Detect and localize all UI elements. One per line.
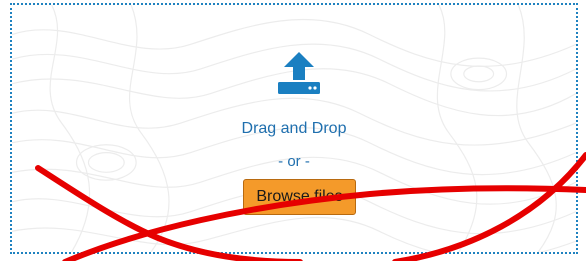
drag-and-drop-label: Drag and Drop [241, 120, 347, 137]
browse-files-button[interactable]: Browse files [243, 179, 356, 215]
or-separator-label: - or - [278, 153, 310, 170]
upload-tray-icon [278, 52, 320, 94]
upload-widget: Drag and Drop - or - Browse files [0, 0, 586, 261]
file-dropzone[interactable]: Drag and Drop - or - Browse files [10, 3, 578, 254]
dropzone-content: Drag and Drop - or - Browse files [12, 5, 576, 252]
